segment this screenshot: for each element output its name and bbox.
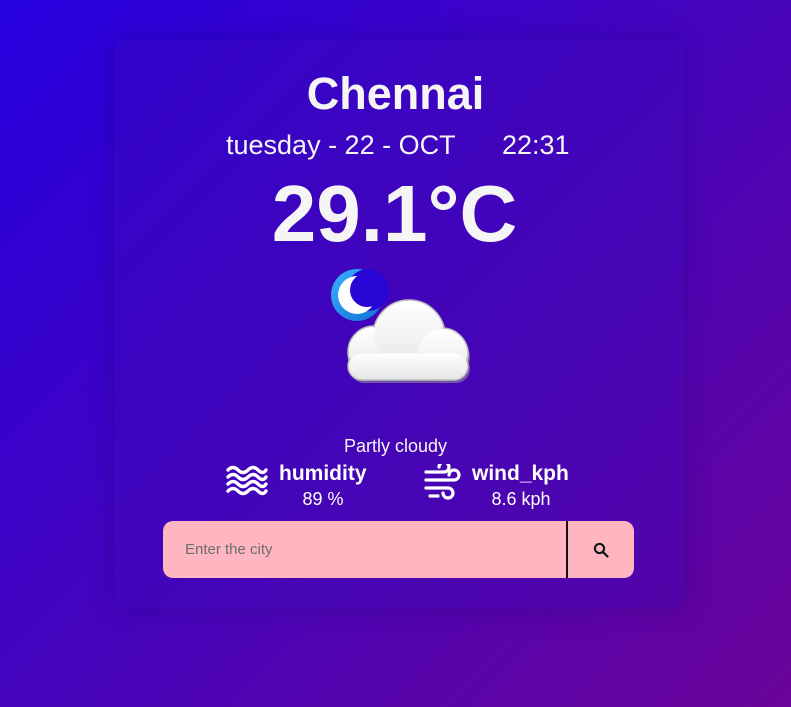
weather-condition: Partly cloudy [343,436,448,456]
humidity-value: 89 % [302,489,344,509]
date-label: tuesday - 22 - OCT [226,130,456,160]
search-button[interactable] [568,521,634,578]
city-search-bar [163,521,634,578]
temperature: 29.1°C [271,169,518,258]
wind-value: 8.6 kph [491,489,551,509]
city-name: Chennai [306,68,485,119]
wind-label: wind_kph [472,462,569,485]
time-label: 22:31 [502,130,570,160]
wind-icon [424,464,461,500]
waves-icon [226,465,268,496]
humidity-label: humidity [279,462,367,485]
city-search-input[interactable] [163,521,566,578]
search-icon [593,542,609,558]
moon-cloud-icon [331,269,470,383]
